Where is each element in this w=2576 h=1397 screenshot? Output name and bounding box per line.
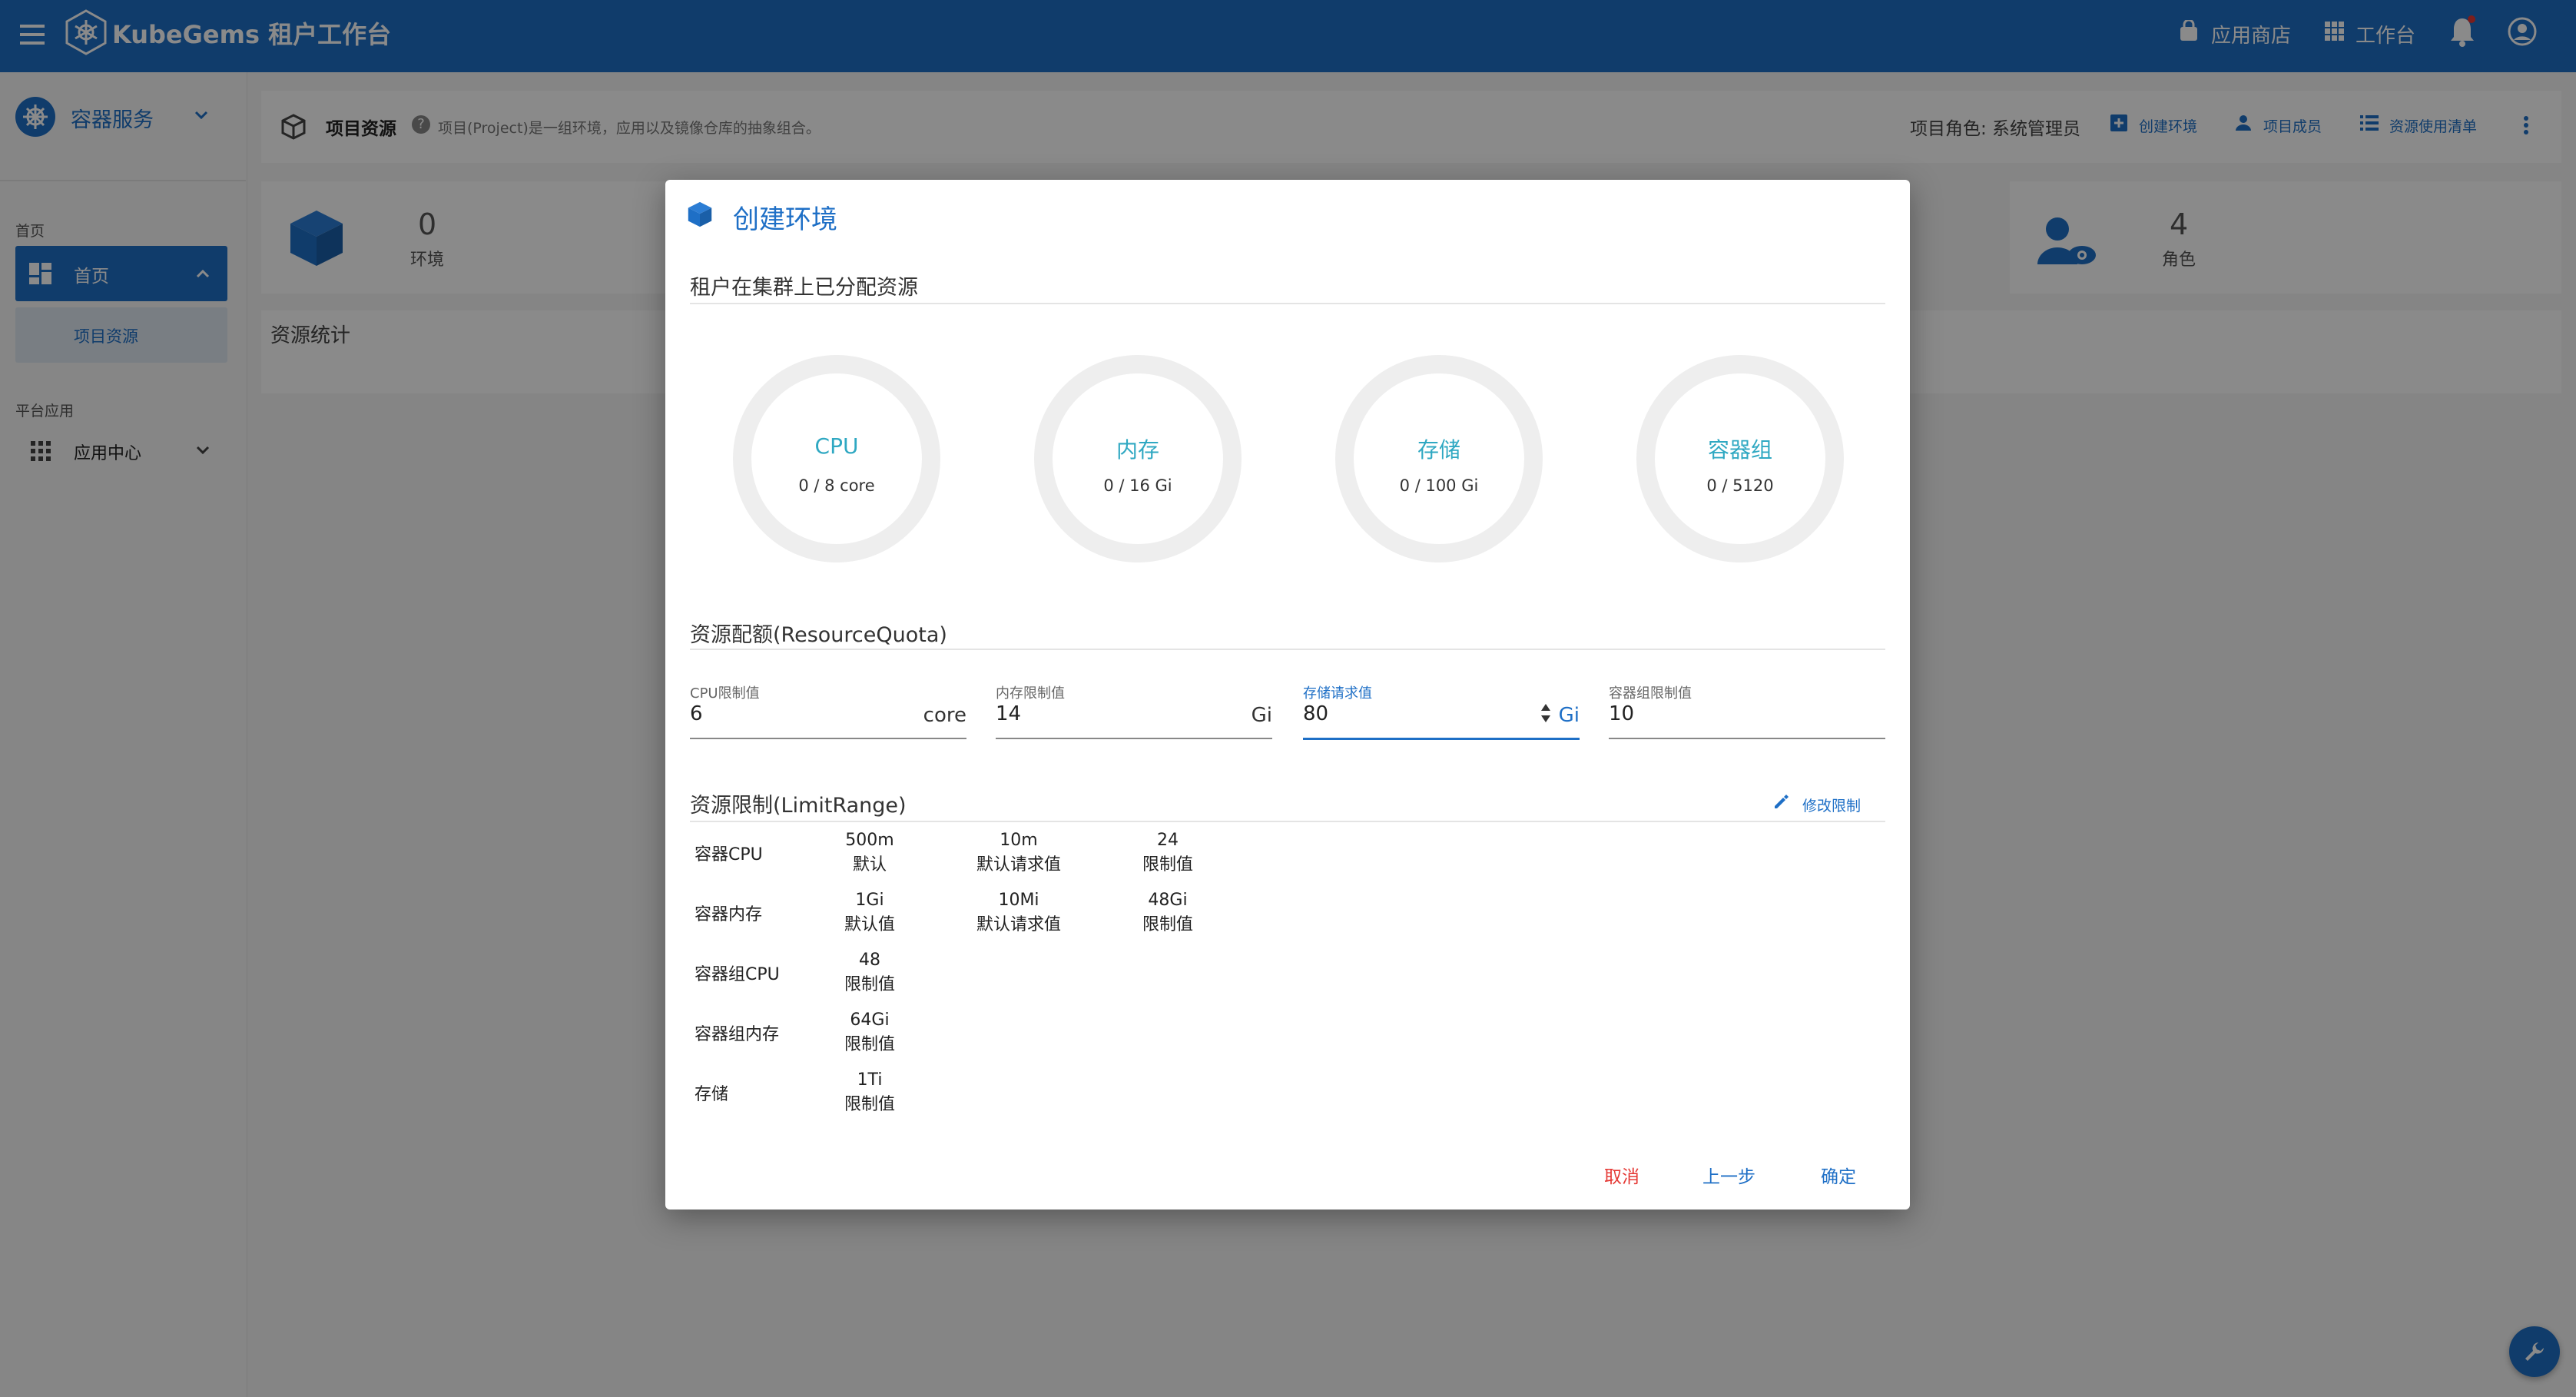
quota-section-title: 资源配额(ResourceQuota): [690, 623, 947, 647]
limit-cell: 1Gi 默认值: [808, 888, 931, 937]
storage-gauge: 存储 0 / 100 Gi: [1335, 355, 1543, 562]
limit-cell-value: 1Gi: [855, 891, 884, 910]
limit-cell-label: 限制值: [1142, 915, 1193, 934]
allocated-section-title: 租户在集群上已分配资源: [690, 276, 918, 300]
create-env-dialog: 创建环境 租户在集群上已分配资源 CPU 0 / 8 core 内存 0 / 1…: [665, 180, 1910, 1210]
limit-cell-label: 默认值: [844, 915, 895, 934]
limit-cell-label: 默认: [852, 855, 887, 874]
limit-cell: 24 限制值: [1106, 828, 1229, 878]
field-value: 80: [1303, 702, 1329, 725]
field-value: 6: [690, 702, 703, 725]
limit-row-name: 容器组内存: [695, 1025, 780, 1044]
limit-row-name: 容器组CPU: [695, 965, 780, 984]
limit-cell: 64Gi 限制值: [808, 1008, 931, 1057]
limit-cell-value: 24: [1157, 831, 1179, 850]
limitrange-section-title: 资源限制(LimitRange): [690, 794, 907, 818]
memory-gauge: 内存 0 / 16 Gi: [1034, 355, 1242, 562]
gauge-name: 内存: [1116, 437, 1159, 463]
edit-limit-label: 修改限制: [1802, 798, 1862, 815]
edit-limit-button[interactable]: 修改限制: [1773, 791, 1896, 816]
storage-request-field[interactable]: 存储请求值 80 Gi: [1303, 682, 1580, 740]
field-label: 内存限制值: [996, 685, 1065, 702]
pencil-icon: [1775, 795, 1789, 808]
limit-cell: 10Mi 默认请求值: [957, 888, 1080, 937]
limit-cell-label: 限制值: [844, 1035, 895, 1054]
confirm-button[interactable]: 确定: [1821, 1162, 1856, 1188]
gauge-name: CPU: [814, 433, 859, 459]
previous-step-button[interactable]: 上一步: [1702, 1162, 1755, 1188]
cpu-gauge: CPU 0 / 8 core: [733, 355, 940, 562]
limit-row-name: 容器内存: [695, 905, 763, 924]
limit-cell: 48 限制值: [808, 948, 931, 997]
limit-cell-value: 10m: [1000, 831, 1038, 850]
limit-row-name: 存储: [695, 1085, 729, 1104]
limit-cell-label: 默认请求值: [976, 855, 1061, 874]
limit-cell: 48Gi 限制值: [1106, 888, 1229, 937]
field-value: 14: [996, 702, 1022, 725]
gauge-value: 0 / 100 Gi: [1399, 476, 1479, 495]
limit-cell-label: 限制值: [844, 975, 895, 994]
gauge-value: 0 / 8 core: [798, 476, 875, 495]
memory-limit-field[interactable]: 内存限制值 14 Gi: [996, 682, 1272, 739]
gauge-name: 存储: [1417, 437, 1460, 463]
field-label: 容器组限制值: [1609, 685, 1692, 702]
limit-cell-value: 48Gi: [1148, 891, 1188, 910]
limit-cell: 500m 默认: [808, 828, 931, 878]
divider: [690, 821, 1885, 822]
limit-cell-label: 限制值: [1142, 855, 1193, 874]
field-unit: Gi: [1251, 704, 1272, 727]
dialog-title: 创建环境: [733, 204, 837, 235]
limit-cell-value: 500m: [845, 831, 894, 850]
field-unit: Gi: [1558, 704, 1580, 727]
limit-cell: 10m 默认请求值: [957, 828, 1080, 878]
field-label: 存储请求值: [1303, 685, 1372, 702]
spinner-icon[interactable]: [1540, 702, 1552, 727]
field-value: 10: [1609, 702, 1635, 725]
limit-cell-label: 默认请求值: [976, 915, 1061, 934]
cancel-button[interactable]: 取消: [1604, 1162, 1639, 1188]
gauge-value: 0 / 5120: [1706, 476, 1774, 495]
cube-icon: [687, 201, 713, 231]
limit-cell-value: 1Ti: [857, 1070, 883, 1090]
divider: [690, 303, 1885, 304]
field-label: CPU限制值: [690, 685, 760, 702]
limit-cell-value: 64Gi: [850, 1010, 890, 1030]
limit-cell-value: 48: [859, 951, 880, 970]
cpu-limit-field[interactable]: CPU限制值 6 core: [690, 682, 966, 739]
limit-cell: 1Ti 限制值: [808, 1068, 931, 1117]
divider: [690, 649, 1885, 650]
limit-row-name: 容器CPU: [695, 845, 763, 864]
gauge-name: 容器组: [1707, 437, 1772, 463]
field-unit: core: [923, 704, 966, 727]
limit-cell-label: 限制值: [844, 1095, 895, 1114]
pod-gauge: 容器组 0 / 5120: [1636, 355, 1844, 562]
pod-limit-field[interactable]: 容器组限制值 10: [1609, 682, 1885, 739]
limit-cell-value: 10Mi: [998, 891, 1039, 910]
gauge-value: 0 / 16 Gi: [1103, 476, 1172, 495]
